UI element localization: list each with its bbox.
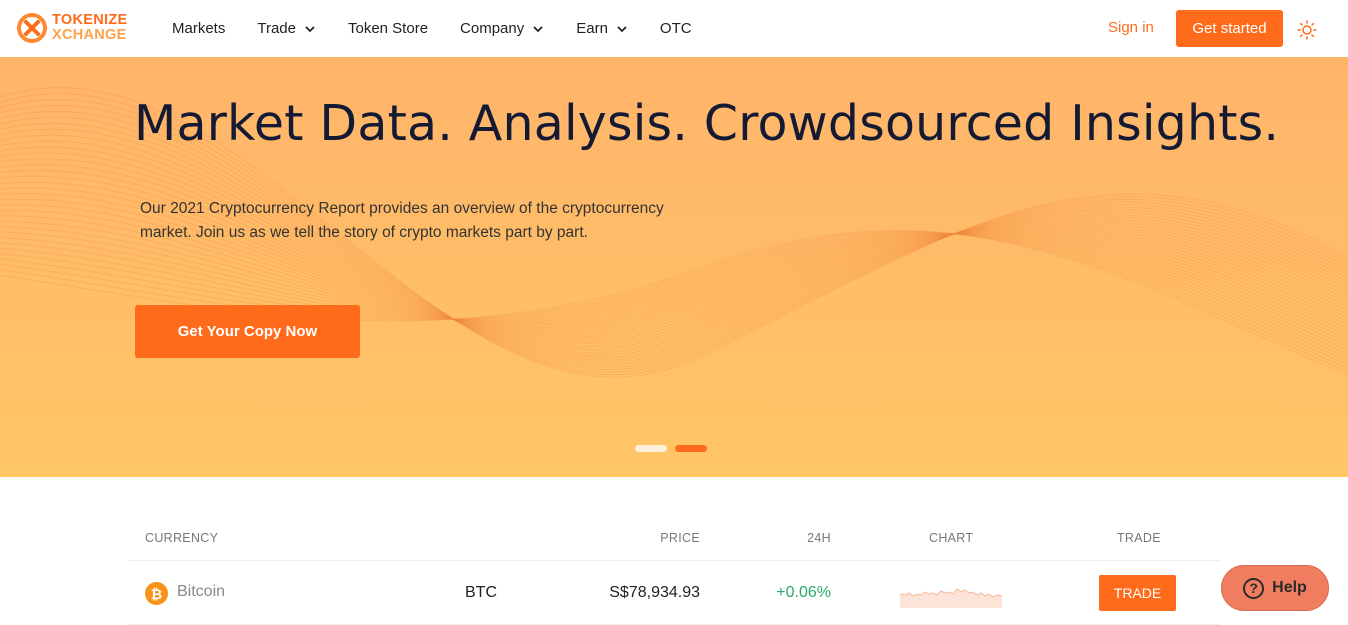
top-nav-bar: TOKENIZE XCHANGE Markets Trade Token Sto…: [0, 0, 1348, 57]
logo[interactable]: TOKENIZE XCHANGE: [16, 12, 127, 44]
get-your-copy-button[interactable]: Get Your Copy Now: [135, 305, 360, 358]
nav-item-label: Markets: [172, 20, 226, 37]
chevron-down-icon: [617, 25, 627, 32]
nav-item-company[interactable]: Company: [460, 20, 544, 37]
market-table: CURRENCY PRICE 24H CHART TRADE ₿ Bitcoin…: [128, 520, 1220, 625]
column-header-trade: TRADE: [1117, 531, 1161, 545]
nav-item-earn[interactable]: Earn: [576, 20, 628, 37]
nav-item-label: Company: [460, 20, 525, 37]
chevron-down-icon: [533, 25, 543, 32]
column-header-24h: 24H: [807, 531, 831, 545]
logo-wordmark: TOKENIZE XCHANGE: [52, 13, 127, 43]
currency-price: S$78,934.93: [609, 584, 700, 601]
sun-icon[interactable]: [1297, 20, 1317, 40]
column-header-chart: CHART: [929, 531, 974, 545]
help-button[interactable]: ? Help: [1221, 565, 1329, 611]
nav-item-label: Earn: [576, 20, 608, 37]
logo-line-1: TOKENIZE: [52, 12, 128, 28]
table-header: CURRENCY PRICE 24H CHART TRADE: [128, 520, 1220, 561]
nav-item-label: OTC: [659, 20, 692, 37]
hero-banner: Market Data. Analysis. Crowdsourced Insi…: [0, 57, 1348, 477]
main-nav: Markets Trade Token Store Company Earn O…: [172, 0, 724, 57]
hero-title: Market Data. Analysis. Crowdsourced Insi…: [134, 95, 1280, 152]
table-row[interactable]: ₿ Bitcoin BTC S$78,934.93 +0.06% TRADE: [128, 561, 1220, 625]
nav-item-markets[interactable]: Markets: [172, 20, 225, 37]
help-label: Help: [1272, 579, 1307, 596]
currency-name: Bitcoin: [177, 583, 226, 600]
carousel-dots: [635, 445, 715, 452]
trade-button[interactable]: TRADE: [1099, 575, 1176, 611]
currency-change-24h: +0.06%: [776, 584, 831, 601]
chevron-down-icon: [305, 25, 315, 32]
question-icon: ?: [1243, 577, 1265, 599]
get-started-button[interactable]: Get started: [1176, 10, 1283, 47]
hero-description: Our 2021 Cryptocurrency Report provides …: [140, 200, 664, 241]
carousel-dot-2[interactable]: [675, 445, 707, 452]
sign-in-link[interactable]: Sign in: [1108, 19, 1154, 36]
nav-item-label: Token Store: [347, 20, 429, 37]
column-header-price: PRICE: [660, 531, 700, 545]
logo-icon: [17, 13, 47, 43]
bitcoin-icon: ₿: [145, 582, 168, 605]
carousel-dot-1[interactable]: [635, 445, 667, 452]
column-header-currency: CURRENCY: [145, 531, 219, 545]
price-sparkline: [900, 588, 1002, 608]
nav-item-otc[interactable]: OTC: [660, 20, 692, 37]
nav-item-trade[interactable]: Trade: [257, 20, 316, 37]
logo-line-2: XCHANGE: [52, 27, 127, 43]
currency-symbol: BTC: [465, 584, 497, 601]
nav-item-token-store[interactable]: Token Store: [348, 20, 428, 37]
nav-item-label: Trade: [257, 20, 296, 37]
